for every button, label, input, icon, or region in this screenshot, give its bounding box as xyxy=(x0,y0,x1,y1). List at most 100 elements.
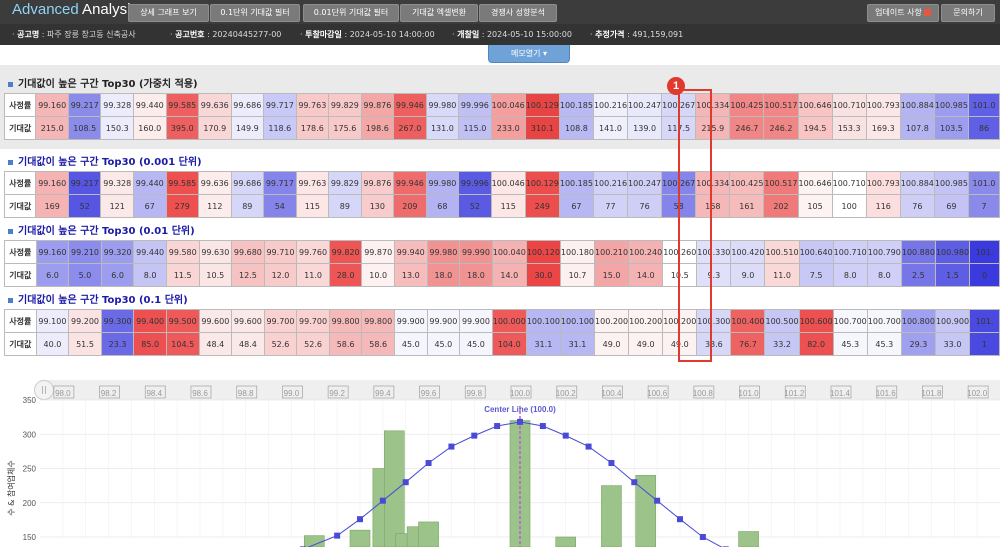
rate-cell[interactable]: 100.517 xyxy=(763,171,799,195)
rate-cell[interactable]: 100.040 xyxy=(491,240,527,264)
rate-cell[interactable]: 100.240 xyxy=(628,240,664,264)
rate-cell[interactable]: 99.710 xyxy=(263,240,298,264)
expected-value-cell[interactable]: 52.6 xyxy=(263,332,298,356)
expected-value-cell[interactable]: 76.7 xyxy=(730,332,766,356)
rate-cell[interactable]: 99.630 xyxy=(198,240,233,264)
expected-value-cell[interactable]: 170.9 xyxy=(198,116,232,140)
rate-cell[interactable]: 99.100 xyxy=(35,309,70,333)
expected-value-cell[interactable]: 1.5 xyxy=(934,263,971,287)
expected-value-cell[interactable]: 108.5 xyxy=(67,116,102,140)
expected-value-cell[interactable]: 45.0 xyxy=(394,332,428,356)
expected-value-cell[interactable]: 175.6 xyxy=(328,116,362,140)
rate-cell[interactable]: 100.000 xyxy=(491,309,527,333)
expected-value-cell[interactable]: 69 xyxy=(933,194,969,218)
expected-value-cell[interactable]: 18.0 xyxy=(426,263,461,287)
rate-cell[interactable]: 99.996 xyxy=(458,93,492,117)
rate-cell[interactable]: 99.940 xyxy=(394,240,428,264)
expected-value-cell[interactable]: 45.3 xyxy=(866,332,902,356)
expected-value-cell[interactable]: 209 xyxy=(393,194,427,218)
detail-graph-button[interactable]: 상세 그래프 보기 xyxy=(128,4,209,22)
rate-cell[interactable]: 100.185 xyxy=(558,171,594,195)
expected-value-cell[interactable]: 194.5 xyxy=(797,116,833,140)
rate-cell[interactable]: 100.710 xyxy=(831,171,867,195)
expected-value-cell[interactable]: 45.3 xyxy=(832,332,868,356)
expected-value-cell[interactable]: 30.0 xyxy=(525,263,561,287)
filter-01-button[interactable]: 0.1단위 기대값 필터 xyxy=(210,4,300,22)
expected-value-cell[interactable]: 28.0 xyxy=(328,263,363,287)
rate-cell[interactable]: 100.129 xyxy=(524,171,560,195)
rate-cell[interactable]: 99.217 xyxy=(67,93,102,117)
rate-cell[interactable]: 99.580 xyxy=(165,240,200,264)
rate-cell[interactable]: 99.160 xyxy=(35,240,70,264)
rate-cell[interactable]: 100.800 xyxy=(900,309,936,333)
rate-cell[interactable]: 100.793 xyxy=(865,171,901,195)
rate-cell[interactable]: 99.160 xyxy=(35,171,69,195)
rate-cell[interactable]: 100.247 xyxy=(627,171,663,195)
expected-value-cell[interactable]: 310.1 xyxy=(524,116,560,140)
rate-cell[interactable]: 99.585 xyxy=(165,171,200,195)
competitor-analysis-button[interactable]: 경쟁사 성향분석 xyxy=(479,4,557,22)
expected-value-cell[interactable]: 395.0 xyxy=(165,116,200,140)
rate-cell[interactable]: 99.800 xyxy=(361,309,395,333)
expected-value-cell[interactable]: 6.0 xyxy=(100,263,135,287)
expected-value-cell[interactable]: 104.0 xyxy=(491,332,527,356)
rate-cell[interactable]: 99.636 xyxy=(198,171,232,195)
expected-value-cell[interactable]: 67 xyxy=(133,194,167,218)
expected-value-cell[interactable]: 249 xyxy=(524,194,560,218)
rate-cell[interactable]: 100.216 xyxy=(592,93,629,117)
expected-value-cell[interactable]: 150.3 xyxy=(100,116,134,140)
expected-value-cell[interactable]: 10.5 xyxy=(198,263,233,287)
rate-cell[interactable]: 100.793 xyxy=(865,93,901,117)
rate-cell[interactable]: 101. xyxy=(969,309,1000,333)
expected-value-cell[interactable]: 246.2 xyxy=(763,116,799,140)
expected-value-cell[interactable]: 116 xyxy=(865,194,901,218)
rate-cell[interactable]: 100.710 xyxy=(831,93,867,117)
rate-cell[interactable]: 100.210 xyxy=(594,240,630,264)
rate-cell[interactable]: 100.330 xyxy=(696,240,732,264)
expected-value-cell[interactable]: 5.0 xyxy=(68,263,102,287)
rate-cell[interactable]: 99.585 xyxy=(165,93,200,117)
rate-cell[interactable]: 99.980 xyxy=(425,171,460,195)
rate-cell[interactable]: 100.517 xyxy=(763,93,799,117)
rate-cell[interactable]: 100.980 xyxy=(934,240,971,264)
rate-cell[interactable]: 100.710 xyxy=(832,240,868,264)
expected-value-cell[interactable]: 169 xyxy=(35,194,69,218)
expected-value-cell[interactable]: 52 xyxy=(67,194,102,218)
expected-value-cell[interactable]: 52 xyxy=(458,194,492,218)
rate-cell[interactable]: 100.300 xyxy=(696,309,732,333)
rate-cell[interactable]: 100.500 xyxy=(764,309,800,333)
expected-value-cell[interactable]: 23.3 xyxy=(100,332,135,356)
expected-value-cell[interactable]: 115.0 xyxy=(458,116,492,140)
expected-value-cell[interactable]: 202 xyxy=(763,194,799,218)
rate-cell[interactable]: 99.400 xyxy=(133,309,167,333)
rate-cell[interactable]: 100.185 xyxy=(558,93,594,117)
memo-open-button[interactable]: 메모열기 ▾ xyxy=(488,45,570,63)
expected-value-cell[interactable]: 112 xyxy=(198,194,232,218)
expected-value-cell[interactable]: 139.0 xyxy=(627,116,663,140)
expected-value-cell[interactable]: 141.0 xyxy=(592,116,629,140)
rate-cell[interactable]: 100.425 xyxy=(729,93,765,117)
expected-value-cell[interactable]: 160.0 xyxy=(133,116,167,140)
filter-001-button[interactable]: 0.01단위 기대값 필터 xyxy=(303,4,399,22)
rate-cell[interactable]: 100.100 xyxy=(525,309,561,333)
expected-value-cell[interactable]: 33.0 xyxy=(934,332,971,356)
expected-value-cell[interactable]: 12.5 xyxy=(231,263,265,287)
rate-cell[interactable]: 100.200 xyxy=(594,309,630,333)
expected-value-cell[interactable]: 14.0 xyxy=(491,263,527,287)
expected-value-cell[interactable]: 6.0 xyxy=(35,263,70,287)
rate-cell[interactable]: 100.985 xyxy=(933,171,969,195)
rate-cell[interactable]: 99.829 xyxy=(328,93,362,117)
rate-cell[interactable]: 100.700 xyxy=(866,309,902,333)
inquiry-button[interactable]: 문의하기 xyxy=(941,4,995,22)
expected-value-cell[interactable]: 169.3 xyxy=(865,116,901,140)
rate-cell[interactable]: 99.686 xyxy=(230,171,265,195)
rate-cell[interactable]: 99.980 xyxy=(425,93,460,117)
expected-value-cell[interactable]: 107.8 xyxy=(899,116,935,140)
rate-cell[interactable]: 101.0 xyxy=(967,93,1000,117)
rate-cell[interactable]: 100.420 xyxy=(730,240,766,264)
expected-value-cell[interactable]: 161 xyxy=(729,194,765,218)
rate-cell[interactable]: 100.267 xyxy=(661,171,697,195)
expected-value-cell[interactable]: 49.0 xyxy=(594,332,630,356)
expected-value-cell[interactable]: 104.5 xyxy=(165,332,200,356)
rate-cell[interactable]: 100.120 xyxy=(525,240,561,264)
